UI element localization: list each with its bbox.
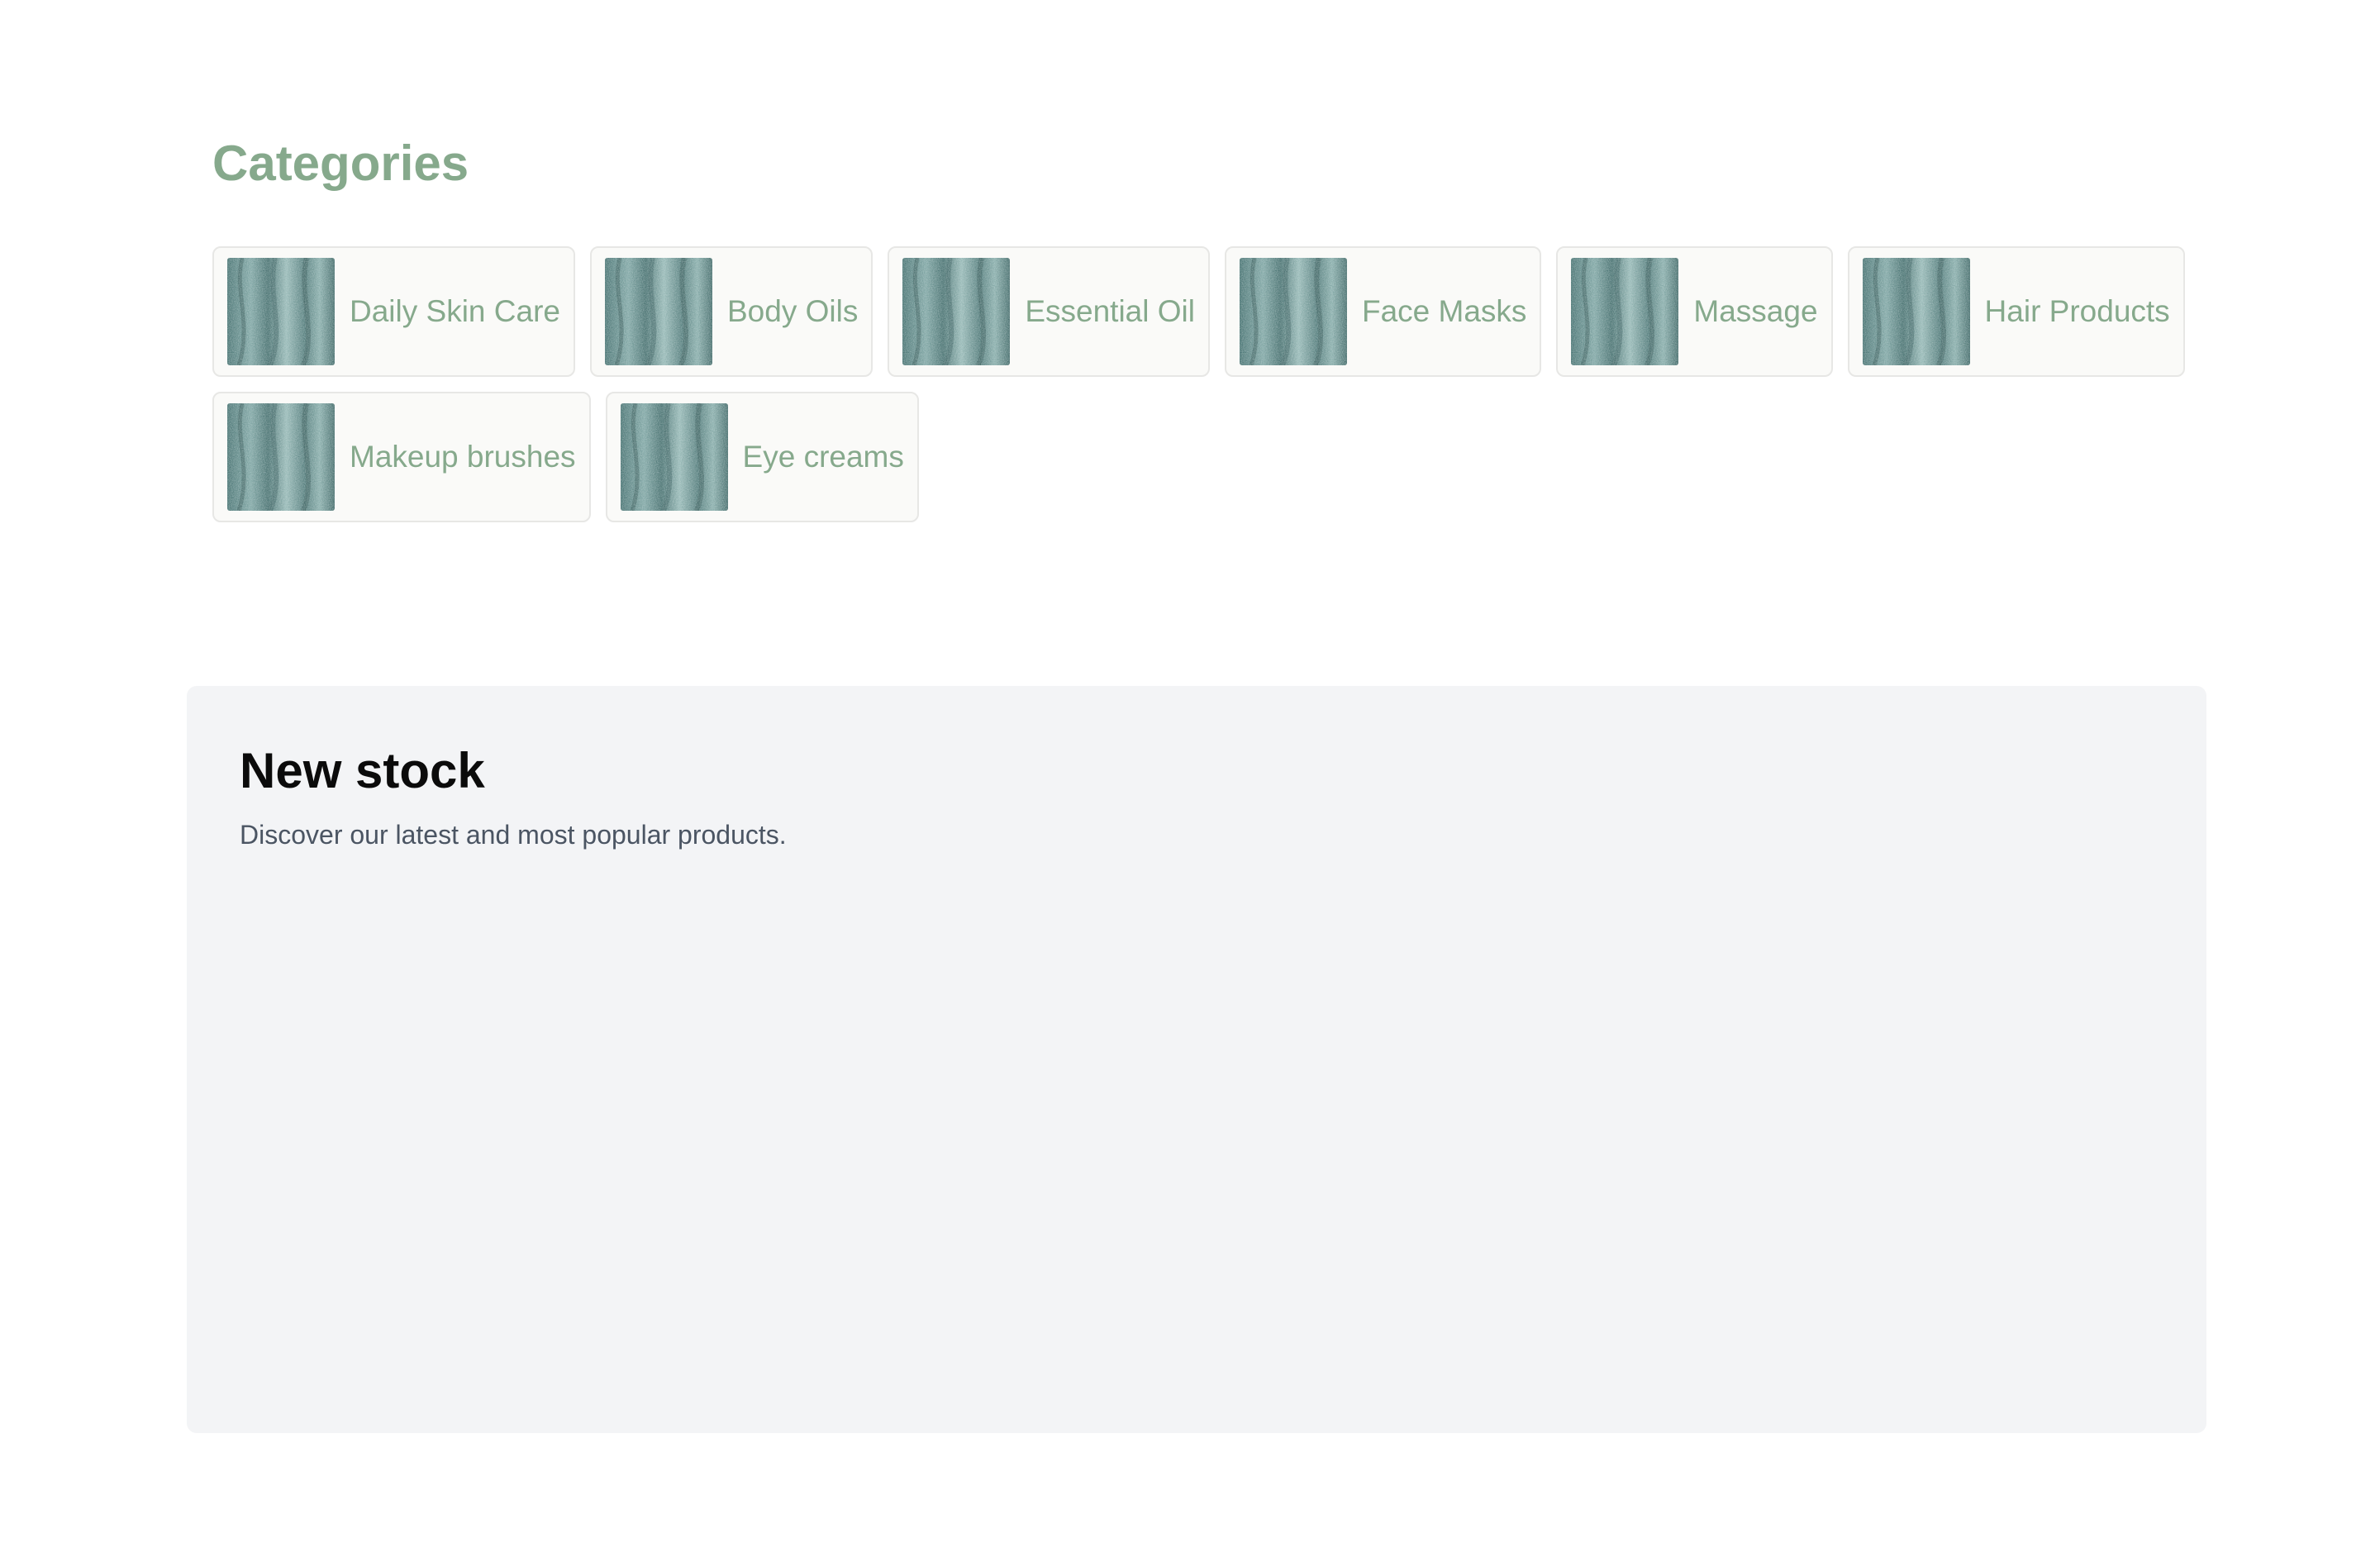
category-card-makeup-brushes[interactable]: Makeup brushes — [212, 392, 591, 522]
category-thumbnail-image — [1571, 258, 1678, 365]
category-thumbnail-image — [621, 403, 728, 511]
category-card-body-oils[interactable]: Body Oils — [589, 246, 873, 377]
category-card-eye-creams[interactable]: Eye creams — [605, 392, 919, 522]
categories-heading: Categories — [212, 136, 469, 191]
category-label: Hair Products — [1984, 294, 2170, 328]
category-card-hair-products[interactable]: Hair Products — [1847, 246, 2185, 377]
category-thumbnail-image — [1863, 258, 1970, 365]
new-stock-description: Discover our latest and most popular pro… — [240, 820, 787, 850]
category-thumbnail-image — [227, 403, 335, 511]
category-thumbnail-image — [227, 258, 335, 365]
page: Categories Daily Skin Care Body Oils Ess… — [0, 0, 2380, 1543]
category-thumbnail-image — [605, 258, 712, 365]
category-label: Eye creams — [742, 440, 904, 474]
category-list: Daily Skin Care Body Oils Essential Oil … — [212, 246, 2196, 522]
category-card-daily-skin-care[interactable]: Daily Skin Care — [212, 246, 575, 377]
new-stock-panel: New stock Discover our latest and most p… — [187, 686, 2206, 1433]
new-stock-heading: New stock — [240, 743, 485, 798]
category-thumbnail-image — [1240, 258, 1347, 365]
category-label: Essential Oil — [1025, 294, 1195, 328]
category-thumbnail-image — [902, 258, 1010, 365]
category-card-face-masks[interactable]: Face Masks — [1224, 246, 1542, 377]
category-label: Body Oils — [726, 294, 859, 328]
category-label: Face Masks — [1361, 294, 1527, 328]
categories-section: Categories Daily Skin Care Body Oils Ess… — [212, 124, 2196, 522]
category-card-essential-oil[interactable]: Essential Oil — [888, 246, 1210, 377]
category-label: Massage — [1693, 294, 1818, 328]
category-label: Makeup brushes — [350, 440, 576, 474]
category-card-massage[interactable]: Massage — [1556, 246, 1833, 377]
category-label: Daily Skin Care — [350, 294, 560, 328]
